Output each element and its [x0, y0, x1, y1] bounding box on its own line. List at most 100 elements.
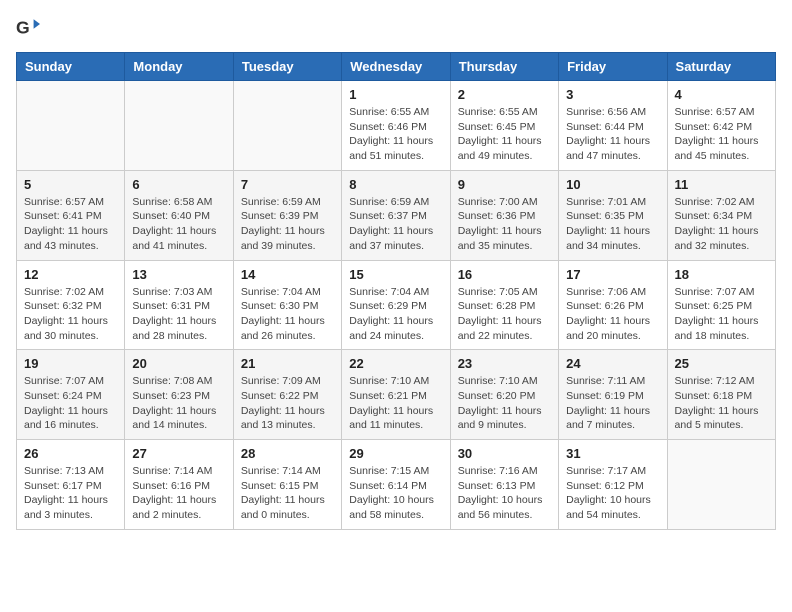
day-cell: 10 Sunrise: 7:01 AM Sunset: 6:35 PM Dayli…	[559, 170, 667, 260]
day-number: 24	[566, 356, 659, 371]
day-cell: 11 Sunrise: 7:02 AM Sunset: 6:34 PM Dayli…	[667, 170, 775, 260]
day-info: Sunrise: 7:02 AM Sunset: 6:34 PM Dayligh…	[675, 195, 768, 254]
day-cell	[233, 81, 341, 171]
day-info: Sunrise: 7:13 AM Sunset: 6:17 PM Dayligh…	[24, 464, 117, 523]
day-number: 5	[24, 177, 117, 192]
day-number: 6	[132, 177, 225, 192]
day-cell: 9 Sunrise: 7:00 AM Sunset: 6:36 PM Daylig…	[450, 170, 558, 260]
day-cell: 4 Sunrise: 6:57 AM Sunset: 6:42 PM Daylig…	[667, 81, 775, 171]
day-info: Sunrise: 7:00 AM Sunset: 6:36 PM Dayligh…	[458, 195, 551, 254]
day-info: Sunrise: 6:57 AM Sunset: 6:41 PM Dayligh…	[24, 195, 117, 254]
day-cell: 24 Sunrise: 7:11 AM Sunset: 6:19 PM Dayli…	[559, 350, 667, 440]
day-info: Sunrise: 7:10 AM Sunset: 6:20 PM Dayligh…	[458, 374, 551, 433]
weekday-header-monday: Monday	[125, 53, 233, 81]
day-cell: 18 Sunrise: 7:07 AM Sunset: 6:25 PM Dayli…	[667, 260, 775, 350]
day-number: 8	[349, 177, 442, 192]
day-info: Sunrise: 7:07 AM Sunset: 6:25 PM Dayligh…	[675, 285, 768, 344]
week-row-2: 5 Sunrise: 6:57 AM Sunset: 6:41 PM Daylig…	[17, 170, 776, 260]
weekday-header-saturday: Saturday	[667, 53, 775, 81]
day-cell: 12 Sunrise: 7:02 AM Sunset: 6:32 PM Dayli…	[17, 260, 125, 350]
day-info: Sunrise: 6:58 AM Sunset: 6:40 PM Dayligh…	[132, 195, 225, 254]
week-row-4: 19Sunrise: 7:07 AM Sunset: 6:24 PM Dayli…	[17, 350, 776, 440]
day-info: Sunrise: 7:06 AM Sunset: 6:26 PM Dayligh…	[566, 285, 659, 344]
day-number: 16	[458, 267, 551, 282]
weekday-header-tuesday: Tuesday	[233, 53, 341, 81]
day-cell: 27Sunrise: 7:14 AM Sunset: 6:16 PM Dayli…	[125, 440, 233, 530]
day-number: 7	[241, 177, 334, 192]
day-number: 29	[349, 446, 442, 461]
week-row-1: 1Sunrise: 6:55 AM Sunset: 6:46 PM Daylig…	[17, 81, 776, 171]
day-number: 13	[132, 267, 225, 282]
day-info: Sunrise: 7:04 AM Sunset: 6:30 PM Dayligh…	[241, 285, 334, 344]
page-header: G	[16, 16, 776, 40]
day-number: 22	[349, 356, 442, 371]
day-info: Sunrise: 6:59 AM Sunset: 6:37 PM Dayligh…	[349, 195, 442, 254]
day-number: 4	[675, 87, 768, 102]
weekday-header-sunday: Sunday	[17, 53, 125, 81]
week-row-5: 26 Sunrise: 7:13 AM Sunset: 6:17 PM Dayli…	[17, 440, 776, 530]
day-number: 25	[675, 356, 768, 371]
day-cell: 16Sunrise: 7:05 AM Sunset: 6:28 PM Dayli…	[450, 260, 558, 350]
day-number: 28	[241, 446, 334, 461]
day-number: 12	[24, 267, 117, 282]
day-info: Sunrise: 7:02 AM Sunset: 6:32 PM Dayligh…	[24, 285, 117, 344]
day-number: 11	[675, 177, 768, 192]
day-info: Sunrise: 7:03 AM Sunset: 6:31 PM Dayligh…	[132, 285, 225, 344]
day-number: 14	[241, 267, 334, 282]
day-number: 23	[458, 356, 551, 371]
day-number: 27	[132, 446, 225, 461]
day-cell: 29 Sunrise: 7:15 AM Sunset: 6:14 PM Dayli…	[342, 440, 450, 530]
day-info: Sunrise: 7:15 AM Sunset: 6:14 PM Dayligh…	[349, 464, 442, 523]
day-cell: 26 Sunrise: 7:13 AM Sunset: 6:17 PM Dayli…	[17, 440, 125, 530]
day-number: 3	[566, 87, 659, 102]
day-info: Sunrise: 6:57 AM Sunset: 6:42 PM Dayligh…	[675, 105, 768, 164]
weekday-header-friday: Friday	[559, 53, 667, 81]
day-info: Sunrise: 7:11 AM Sunset: 6:19 PM Dayligh…	[566, 374, 659, 433]
day-number: 26	[24, 446, 117, 461]
day-number: 9	[458, 177, 551, 192]
logo-icon: G	[16, 16, 40, 40]
day-cell: 19Sunrise: 7:07 AM Sunset: 6:24 PM Dayli…	[17, 350, 125, 440]
day-number: 18	[675, 267, 768, 282]
day-number: 17	[566, 267, 659, 282]
day-cell: 23 Sunrise: 7:10 AM Sunset: 6:20 PM Dayli…	[450, 350, 558, 440]
day-cell: 13 Sunrise: 7:03 AM Sunset: 6:31 PM Dayli…	[125, 260, 233, 350]
svg-text:G: G	[16, 18, 30, 38]
day-info: Sunrise: 7:12 AM Sunset: 6:18 PM Dayligh…	[675, 374, 768, 433]
day-number: 15	[349, 267, 442, 282]
day-info: Sunrise: 7:07 AM Sunset: 6:24 PM Dayligh…	[24, 374, 117, 433]
day-number: 20	[132, 356, 225, 371]
day-cell: 28Sunrise: 7:14 AM Sunset: 6:15 PM Dayli…	[233, 440, 341, 530]
day-info: Sunrise: 6:56 AM Sunset: 6:44 PM Dayligh…	[566, 105, 659, 164]
day-info: Sunrise: 7:04 AM Sunset: 6:29 PM Dayligh…	[349, 285, 442, 344]
day-cell: 8 Sunrise: 6:59 AM Sunset: 6:37 PM Daylig…	[342, 170, 450, 260]
day-cell: 20 Sunrise: 7:08 AM Sunset: 6:23 PM Dayli…	[125, 350, 233, 440]
day-info: Sunrise: 7:01 AM Sunset: 6:35 PM Dayligh…	[566, 195, 659, 254]
week-row-3: 12 Sunrise: 7:02 AM Sunset: 6:32 PM Dayli…	[17, 260, 776, 350]
weekday-header-thursday: Thursday	[450, 53, 558, 81]
day-cell: 31Sunrise: 7:17 AM Sunset: 6:12 PM Dayli…	[559, 440, 667, 530]
day-number: 31	[566, 446, 659, 461]
day-cell: 22 Sunrise: 7:10 AM Sunset: 6:21 PM Dayli…	[342, 350, 450, 440]
day-cell: 6 Sunrise: 6:58 AM Sunset: 6:40 PM Daylig…	[125, 170, 233, 260]
weekday-header-row: SundayMondayTuesdayWednesdayThursdayFrid…	[17, 53, 776, 81]
calendar-table: SundayMondayTuesdayWednesdayThursdayFrid…	[16, 52, 776, 530]
day-cell: 2Sunrise: 6:55 AM Sunset: 6:45 PM Daylig…	[450, 81, 558, 171]
day-cell: 14 Sunrise: 7:04 AM Sunset: 6:30 PM Dayli…	[233, 260, 341, 350]
day-cell: 5 Sunrise: 6:57 AM Sunset: 6:41 PM Daylig…	[17, 170, 125, 260]
logo: G	[16, 16, 44, 40]
day-info: Sunrise: 7:16 AM Sunset: 6:13 PM Dayligh…	[458, 464, 551, 523]
day-cell	[667, 440, 775, 530]
day-cell: 1Sunrise: 6:55 AM Sunset: 6:46 PM Daylig…	[342, 81, 450, 171]
weekday-header-wednesday: Wednesday	[342, 53, 450, 81]
day-cell: 15 Sunrise: 7:04 AM Sunset: 6:29 PM Dayli…	[342, 260, 450, 350]
day-cell	[125, 81, 233, 171]
day-info: Sunrise: 7:08 AM Sunset: 6:23 PM Dayligh…	[132, 374, 225, 433]
day-info: Sunrise: 6:59 AM Sunset: 6:39 PM Dayligh…	[241, 195, 334, 254]
day-cell: 30Sunrise: 7:16 AM Sunset: 6:13 PM Dayli…	[450, 440, 558, 530]
day-number: 2	[458, 87, 551, 102]
day-number: 10	[566, 177, 659, 192]
day-info: Sunrise: 7:10 AM Sunset: 6:21 PM Dayligh…	[349, 374, 442, 433]
day-info: Sunrise: 6:55 AM Sunset: 6:46 PM Dayligh…	[349, 105, 442, 164]
day-cell	[17, 81, 125, 171]
